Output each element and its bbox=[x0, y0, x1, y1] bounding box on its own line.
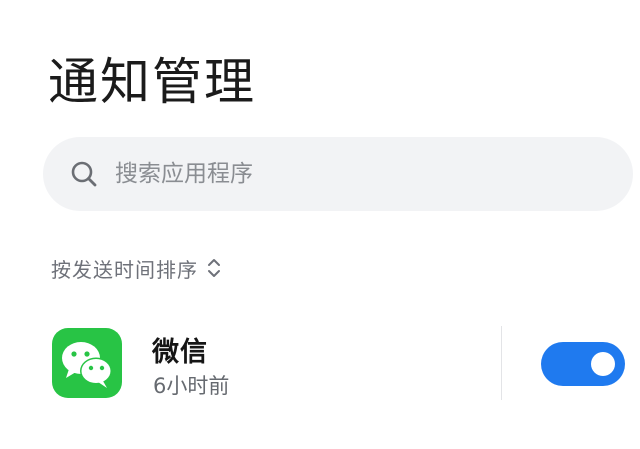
notification-toggle[interactable] bbox=[541, 342, 625, 386]
page-title: 通知管理 bbox=[48, 53, 256, 111]
search-bar[interactable] bbox=[43, 137, 633, 211]
last-notification-time: 6小时前 bbox=[153, 374, 230, 398]
app-row-wechat[interactable]: 微信 6小时前 bbox=[0, 318, 640, 408]
app-name: 微信 bbox=[152, 337, 208, 368]
search-icon bbox=[71, 161, 97, 187]
divider bbox=[501, 326, 502, 400]
sort-control[interactable]: 按发送时间排序 bbox=[51, 252, 222, 284]
toggle-knob bbox=[591, 352, 615, 376]
search-input[interactable] bbox=[115, 155, 595, 193]
sort-label: 按发送时间排序 bbox=[51, 257, 198, 282]
chevron-up-down-icon bbox=[208, 259, 220, 277]
wechat-icon bbox=[52, 328, 122, 398]
